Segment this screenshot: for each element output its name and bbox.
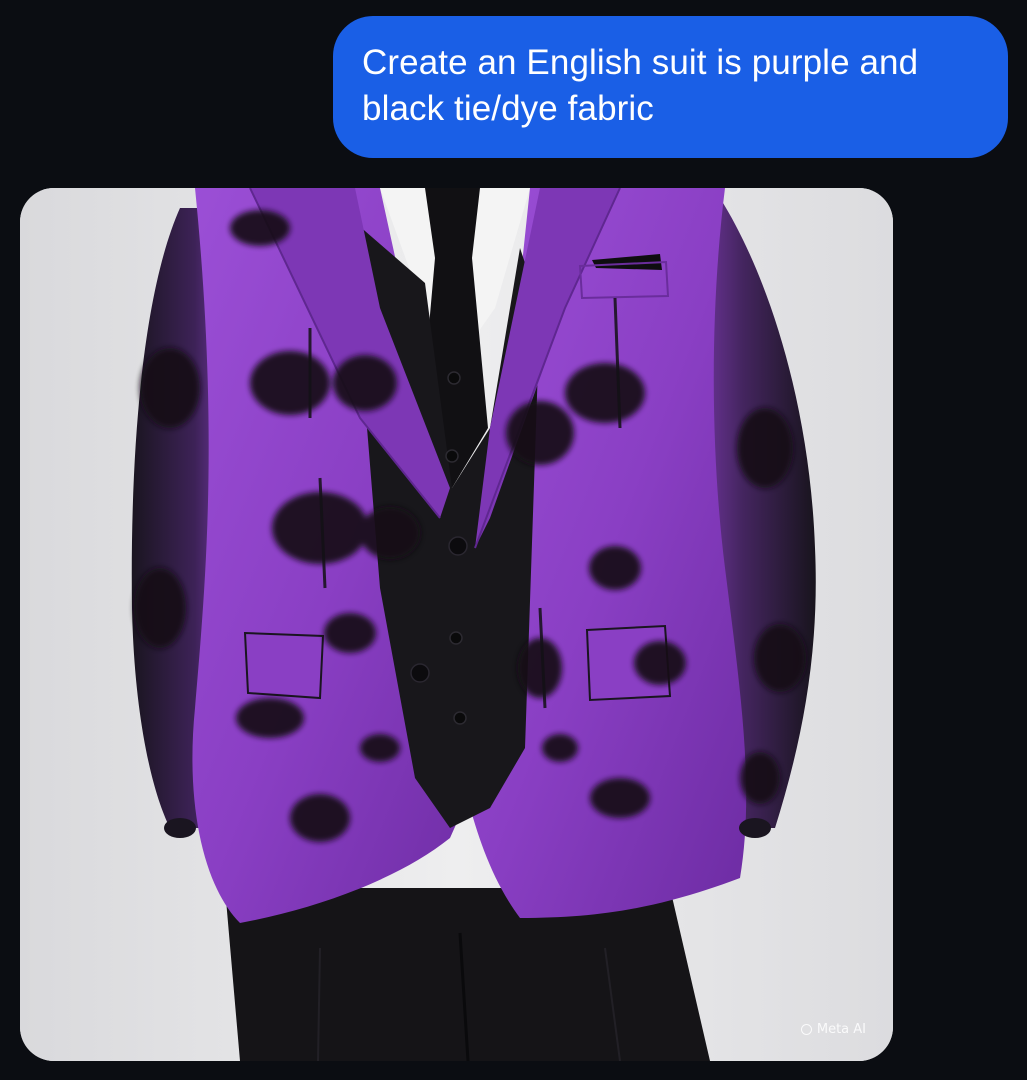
- chat-screen: Create an English suit is purple and bla…: [0, 0, 1027, 1080]
- meta-ai-watermark: Meta AI: [800, 1022, 866, 1037]
- user-message-bubble[interactable]: Create an English suit is purple and bla…: [333, 16, 1008, 158]
- generated-image[interactable]: Meta AI: [20, 188, 893, 1061]
- user-message-text: Create an English suit is purple and bla…: [362, 43, 919, 128]
- watermark-text: Meta AI: [816, 1022, 866, 1037]
- meta-ai-logo-icon: [800, 1024, 812, 1035]
- suit-illustration: [20, 188, 893, 1061]
